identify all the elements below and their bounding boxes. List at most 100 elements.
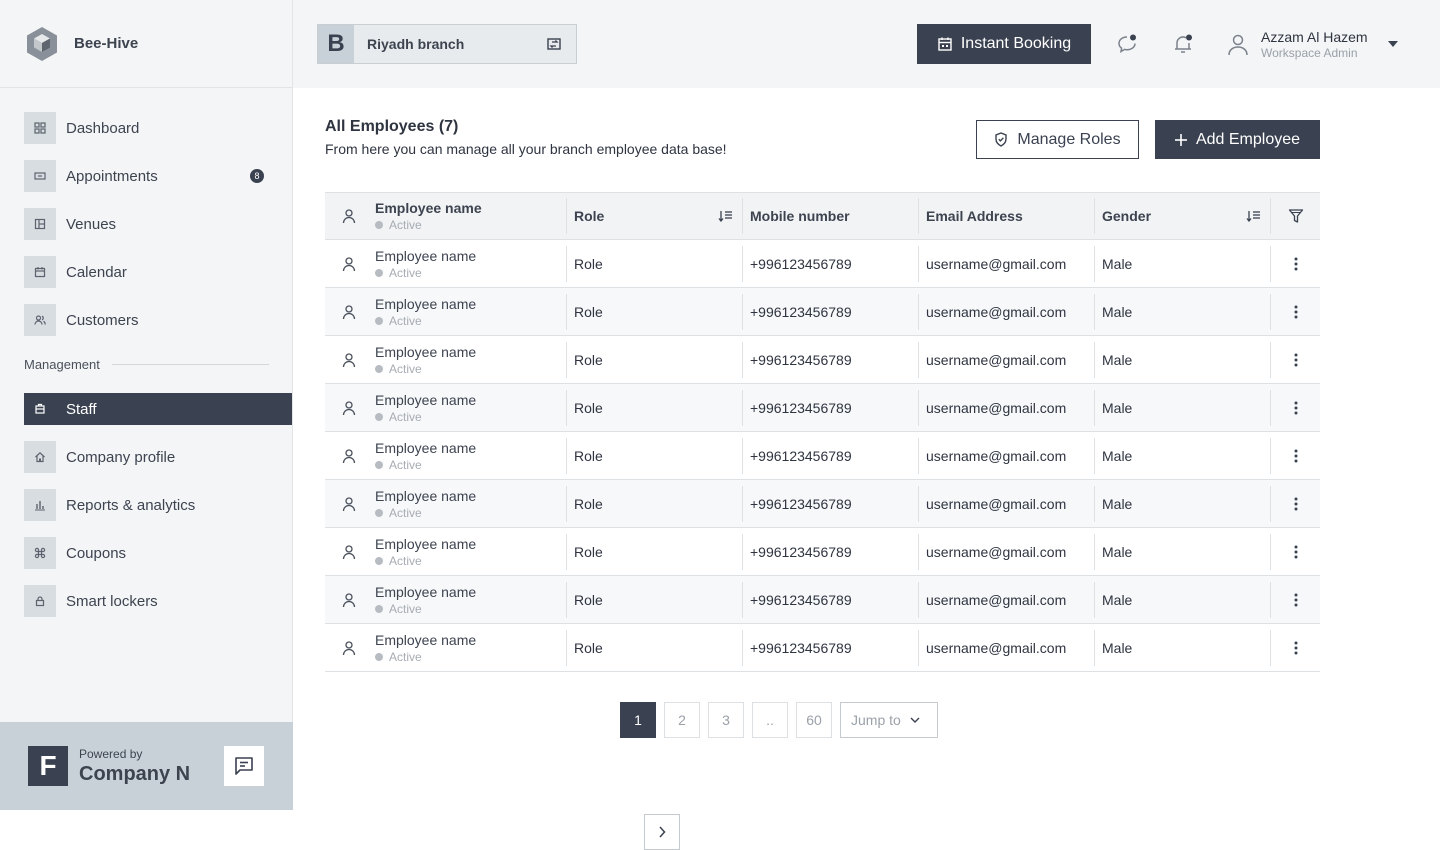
sidebar-footer: F Powered by Company N [0,722,293,810]
more-vertical-icon[interactable] [1294,401,1298,415]
status-badge: Active [375,554,566,568]
next-page-button[interactable] [644,814,680,850]
staff-icon [24,393,56,425]
row-actions-button[interactable] [1271,305,1320,319]
sidebar-item-smart-lockers[interactable]: Smart lockers [24,585,292,617]
more-vertical-icon[interactable] [1294,641,1298,655]
sort-icon[interactable] [718,210,732,222]
sort-icon[interactable] [1246,210,1260,222]
row-actions-button[interactable] [1271,449,1320,463]
branch-selector[interactable]: B Riyadh branch [317,24,577,64]
sidebar-item-company-profile[interactable]: Company profile [24,441,292,473]
email-cell: username@gmail.com [919,533,1095,570]
email-cell: username@gmail.com [919,485,1095,522]
more-vertical-icon[interactable] [1294,449,1298,463]
email-cell: username@gmail.com [919,341,1095,378]
user-icon [342,544,355,559]
user-menu[interactable]: Azzam Al Hazem Workspace Admin [1227,24,1398,64]
row-actions-button[interactable] [1271,545,1320,559]
role-cell: Role [567,533,743,570]
user-name: Azzam Al Hazem [1261,28,1368,45]
manage-roles-label: Manage Roles [1017,130,1121,148]
sidebar-item-staff[interactable]: Staff [24,393,292,425]
grid-icon [24,112,56,144]
sidebar-item-coupons[interactable]: Coupons [24,537,292,569]
header-mobile[interactable]: Mobile number [743,198,919,234]
table-row[interactable]: Employee name Active Role +996123456789 user… [325,480,1320,528]
row-actions-button[interactable] [1271,257,1320,271]
page-button-2[interactable]: 2 [664,702,700,738]
row-actions-button[interactable] [1271,641,1320,655]
sidebar-item-appointments[interactable]: Appointments 8 [24,160,292,192]
switch-icon[interactable] [546,36,562,52]
row-actions-button[interactable] [1271,401,1320,415]
more-vertical-icon[interactable] [1294,305,1298,319]
chat-button[interactable] [224,746,264,786]
row-actions-button[interactable] [1271,593,1320,607]
employee-name: Employee name [375,487,477,504]
mobile-cell: +996123456789 [743,533,919,570]
calendar-icon [938,37,952,51]
branch-avatar: B [318,25,354,63]
row-actions-button[interactable] [1271,497,1320,511]
table-row[interactable]: Employee name Active Role +996123456789 user… [325,576,1320,624]
jump-to-select[interactable]: Jump to [840,702,938,738]
table-row[interactable]: Employee name Active Role +996123456789 user… [325,624,1320,672]
sidebar-item-reports[interactable]: Reports & analytics [24,489,292,521]
building-icon [24,208,56,240]
header-gender[interactable]: Gender [1095,198,1271,234]
table-row[interactable]: Employee name Active Role +996123456789 user… [325,528,1320,576]
employee-name: Employee name [375,247,477,264]
status-badge: Active [375,410,566,424]
header-email[interactable]: Email Address [919,198,1095,234]
more-vertical-icon[interactable] [1294,545,1298,559]
plus-icon [1174,133,1187,146]
header-employee-name[interactable]: Employee name Active [372,198,567,234]
page-subtitle: From here you can manage all your branch… [325,141,727,157]
page-button-60[interactable]: 60 [796,702,832,738]
ticket-icon [24,160,56,192]
more-vertical-icon[interactable] [1294,593,1298,607]
bell-icon[interactable] [1171,32,1195,56]
sidebar-item-customers[interactable]: Customers [24,304,292,336]
employee-name: Employee name [375,343,477,360]
sidebar-item-label: Reports & analytics [66,496,196,514]
row-actions-button[interactable] [1271,353,1320,367]
status-badge: Active [375,266,566,280]
role-cell: Role [567,485,743,522]
sidebar-item-label: Dashboard [66,119,140,137]
page-button-3[interactable]: 3 [708,702,744,738]
more-vertical-icon[interactable] [1294,353,1298,367]
employee-name: Employee name [375,439,477,456]
gender-cell: Male [1095,389,1271,426]
chat-notifications-icon[interactable] [1115,32,1139,56]
instant-booking-button[interactable]: Instant Booking [917,24,1091,64]
table-row[interactable]: Employee name Active Role +996123456789 user… [325,288,1320,336]
chevron-down-icon [1387,41,1398,47]
table-row[interactable]: Employee name Active Role +996123456789 user… [325,336,1320,384]
filter-icon[interactable] [1288,208,1304,224]
more-vertical-icon[interactable] [1294,497,1298,511]
manage-roles-button[interactable]: Manage Roles [976,120,1139,159]
jump-to-label: Jump to [851,712,901,728]
page-button-1[interactable]: 1 [620,702,656,738]
sidebar-item-calendar[interactable]: Calendar [24,256,292,288]
coupon-icon [24,537,56,569]
mobile-cell: +996123456789 [743,629,919,666]
mobile-cell: +996123456789 [743,293,919,330]
header-role[interactable]: Role [567,198,743,234]
sidebar-item-dashboard[interactable]: Dashboard [24,112,292,144]
table-row[interactable]: Employee name Active Role +996123456789 user… [325,384,1320,432]
sidebar-item-label: Venues [66,215,117,233]
more-vertical-icon[interactable] [1294,257,1298,271]
brand: Bee-Hive [0,0,292,88]
status-badge: Active [375,458,566,472]
employee-name-cell: Employee name Active [372,437,567,474]
gender-cell: Male [1095,293,1271,330]
add-employee-button[interactable]: Add Employee [1155,120,1320,159]
table-row[interactable]: Employee name Active Role +996123456789 user… [325,432,1320,480]
sidebar-item-venues[interactable]: Venues [24,208,292,240]
table-row[interactable]: Employee name Active Role +996123456789 user… [325,240,1320,288]
employee-name: Employee name [375,391,477,408]
message-icon [235,757,253,775]
